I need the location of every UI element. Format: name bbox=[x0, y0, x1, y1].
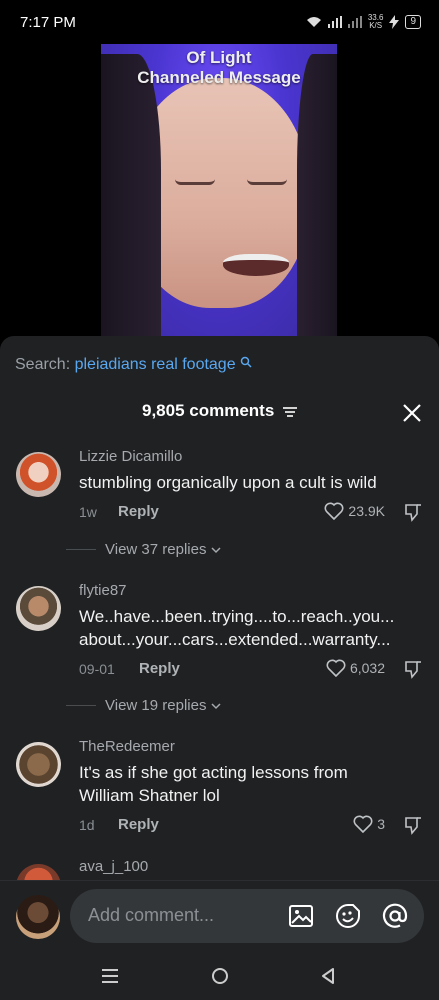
comment-meta: 09-01 Reply 6,032 bbox=[79, 659, 423, 681]
reply-button[interactable]: Reply bbox=[139, 660, 180, 677]
like-button[interactable]: 3 bbox=[353, 815, 385, 833]
comment-text-line: We..have...been..trying....to...reach..y… bbox=[79, 607, 395, 626]
comment-username[interactable]: Lizzie Dicamillo bbox=[79, 448, 423, 466]
comment-date: 1d bbox=[79, 817, 95, 833]
comment-count: 9,805 comments bbox=[141, 401, 275, 420]
comments-header: 9,805 comments bbox=[0, 401, 439, 425]
video-hair-right bbox=[297, 54, 337, 336]
reply-button[interactable]: Reply bbox=[118, 503, 159, 520]
search-label: Search: bbox=[15, 356, 71, 373]
comment-text: It's as if she got acting lessons from W… bbox=[79, 761, 423, 807]
status-bar: 7:17 PM 33.6 K/S 9 bbox=[0, 0, 439, 44]
like-count: 3 bbox=[377, 816, 385, 832]
status-icons: 33.6 K/S 9 bbox=[306, 14, 421, 30]
emoji-icon[interactable] bbox=[335, 903, 361, 929]
signal-icon bbox=[327, 16, 342, 28]
charging-icon bbox=[389, 15, 400, 29]
video-mouth bbox=[223, 254, 289, 276]
heart-icon bbox=[326, 659, 346, 677]
video-eye-left bbox=[175, 179, 215, 185]
search-icon bbox=[240, 356, 252, 368]
comment-input-bar: Add comment... bbox=[0, 880, 439, 952]
caption-line-2: Channeled Message bbox=[137, 68, 301, 87]
comments-sheet: Search: pleiadians real footage 9,805 co… bbox=[0, 336, 439, 952]
dislike-icon[interactable] bbox=[403, 502, 423, 522]
speed-unit: K/S bbox=[369, 21, 383, 30]
comment-username[interactable]: ava_j_100 bbox=[79, 858, 423, 876]
reply-button[interactable]: Reply bbox=[118, 816, 159, 833]
view-replies-button[interactable]: View 19 replies bbox=[66, 697, 222, 714]
menu-icon[interactable] bbox=[98, 964, 122, 988]
comment-meta: 1d Reply 3 bbox=[79, 815, 423, 837]
video-caption: Of Light Channeled Message bbox=[101, 48, 337, 88]
comment-meta: 1w Reply 23.9K bbox=[79, 502, 423, 524]
comment-text-line: William Shatner lol bbox=[79, 786, 220, 805]
back-icon[interactable] bbox=[316, 964, 340, 988]
heart-icon bbox=[324, 502, 344, 520]
comment-date: 09-01 bbox=[79, 661, 115, 677]
comment-text: We..have...been..trying....to...reach..y… bbox=[79, 605, 423, 651]
view-replies-button[interactable]: View 37 replies bbox=[66, 541, 222, 558]
image-icon[interactable] bbox=[288, 903, 314, 929]
search-query-link[interactable]: pleiadians real footage bbox=[75, 356, 236, 373]
caption-line-1: Of Light bbox=[186, 48, 252, 67]
system-nav-bar bbox=[0, 952, 439, 1000]
battery-icon: 9 bbox=[405, 15, 421, 29]
wifi-icon bbox=[306, 17, 321, 27]
network-speed: 33.6 K/S bbox=[368, 14, 384, 30]
mention-icon[interactable] bbox=[382, 903, 408, 929]
comment-input[interactable]: Add comment... bbox=[70, 889, 424, 943]
dislike-icon[interactable] bbox=[403, 815, 423, 835]
comment-username[interactable]: TheRedeemer bbox=[79, 738, 423, 756]
comment-text-line: about...your...cars...extended...warrant… bbox=[79, 630, 391, 649]
view-replies-label: View 19 replies bbox=[105, 697, 207, 714]
avatar[interactable] bbox=[16, 452, 61, 497]
view-replies-label: View 37 replies bbox=[105, 541, 207, 558]
video-eye-right bbox=[247, 179, 287, 185]
comment-text-line: It's as if she got acting lessons from bbox=[79, 763, 348, 782]
avatar[interactable] bbox=[16, 586, 61, 631]
chevron-down-icon bbox=[211, 546, 221, 553]
search-suggestion[interactable]: Search: pleiadians real footage bbox=[15, 356, 252, 374]
video-hair-left bbox=[101, 54, 161, 336]
avatar[interactable] bbox=[16, 742, 61, 787]
comment-username[interactable]: flytie87 bbox=[79, 582, 423, 600]
video-player[interactable]: Of Light Channeled Message bbox=[101, 44, 337, 336]
comment-text: stumbling organically upon a cult is wil… bbox=[79, 473, 377, 492]
replies-divider bbox=[66, 549, 96, 550]
comment-input-placeholder: Add comment... bbox=[88, 905, 215, 925]
filter-icon[interactable] bbox=[283, 406, 298, 418]
home-icon[interactable] bbox=[208, 964, 232, 988]
heart-icon bbox=[353, 815, 373, 833]
status-time: 7:17 PM bbox=[20, 13, 76, 31]
signal-icon-2 bbox=[347, 16, 362, 28]
like-button[interactable]: 23.9K bbox=[324, 502, 385, 520]
my-avatar[interactable] bbox=[16, 895, 60, 939]
like-button[interactable]: 6,032 bbox=[326, 659, 385, 677]
comment-date: 1w bbox=[79, 504, 97, 520]
replies-divider bbox=[66, 705, 96, 706]
like-count: 23.9K bbox=[348, 503, 385, 519]
close-icon[interactable] bbox=[401, 402, 423, 424]
dislike-icon[interactable] bbox=[403, 659, 423, 679]
chevron-down-icon bbox=[211, 702, 221, 709]
like-count: 6,032 bbox=[349, 660, 385, 676]
